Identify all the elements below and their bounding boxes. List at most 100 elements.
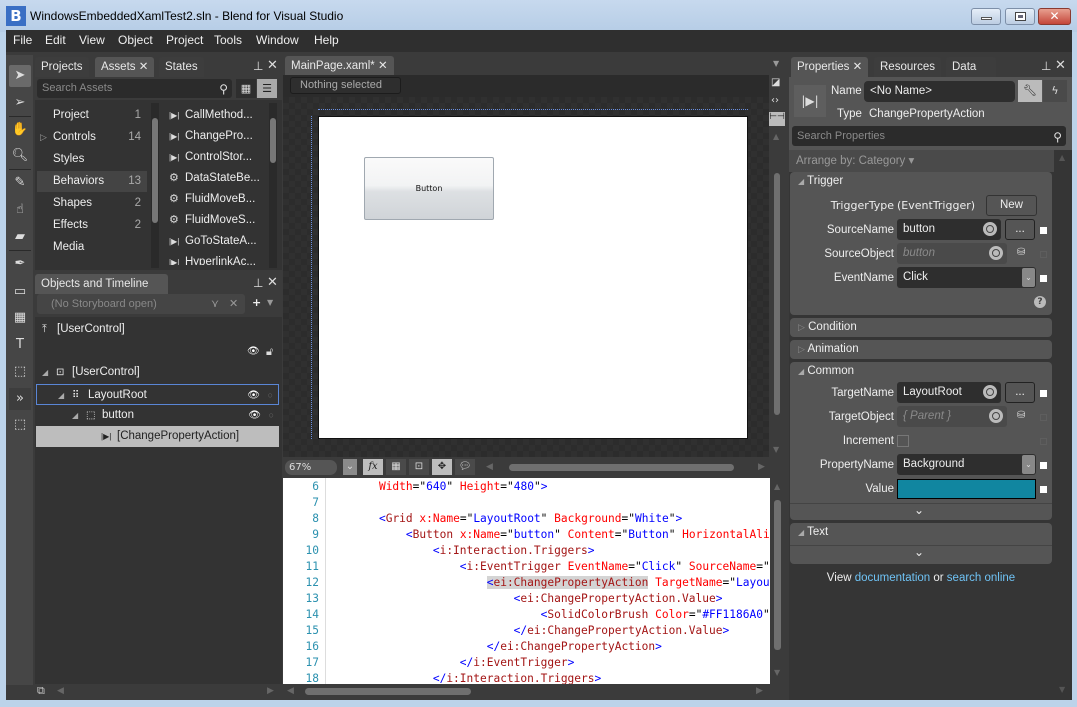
- new-trigger-button[interactable]: New: [986, 195, 1037, 216]
- snap-to-snaplines-icon[interactable]: ✥: [432, 459, 452, 475]
- code-hscrollbar[interactable]: ◀ ▶: [283, 684, 785, 699]
- value-color-swatch[interactable]: [897, 479, 1036, 499]
- condition-section[interactable]: ▷ Condition: [790, 318, 1052, 337]
- close-tab-icon[interactable]: ✕: [853, 61, 863, 73]
- breadcrumb-selection[interactable]: Nothing selected: [290, 77, 401, 94]
- storyboard-menu-chevron[interactable]: ▼: [267, 298, 273, 307]
- code-hscroll-thumb[interactable]: [305, 688, 471, 695]
- search-assets-input[interactable]: Search Assets ⚲: [37, 79, 232, 98]
- tab-states[interactable]: States: [159, 57, 204, 77]
- tree-node-button[interactable]: ◢ ⬚ button 👁︎ ○: [36, 405, 279, 426]
- visibility-eye-icon[interactable]: 👁︎: [247, 385, 260, 406]
- scroll-up-arrow[interactable]: ▲: [773, 132, 779, 141]
- pin-icon[interactable]: ⊥: [253, 276, 263, 290]
- condition-section-header[interactable]: ▷ Condition: [798, 321, 857, 333]
- asset-item[interactable]: |▶| HyperlinkAc...: [169, 252, 256, 265]
- expand-more-chevron-icon[interactable]: ⌄: [914, 503, 924, 517]
- scroll-right-arrow[interactable]: ▶: [756, 686, 763, 696]
- advanced-options-marker[interactable]: [1040, 390, 1047, 397]
- documentation-link[interactable]: documentation: [855, 572, 930, 584]
- property-name-select[interactable]: Background ⌄: [897, 454, 1036, 475]
- events-mode-lightning-icon[interactable]: ϟ: [1043, 80, 1067, 102]
- animation-section[interactable]: ▷ Animation: [790, 340, 1052, 359]
- tree-node-layoutroot[interactable]: ◢ ⠿ LayoutRoot 👁︎ ○: [36, 384, 279, 405]
- asset-category-shapes[interactable]: Shapes 2: [37, 193, 147, 214]
- tab-data[interactable]: Data: [946, 57, 997, 77]
- expanded-triangle-icon[interactable]: ◢: [72, 405, 78, 426]
- scroll-down-arrow[interactable]: ▼: [1059, 685, 1065, 694]
- close-tab-icon[interactable]: ✕: [139, 61, 149, 73]
- close-window-button[interactable]: ✕: [1038, 8, 1071, 25]
- effects-toggle-icon[interactable]: fx: [363, 459, 383, 475]
- textblock-tool-icon[interactable]: T: [9, 334, 31, 356]
- design-view-icon[interactable]: ◪: [771, 77, 780, 88]
- maximize-button[interactable]: [1005, 8, 1035, 25]
- target-object-input[interactable]: { Parent }: [897, 406, 1007, 427]
- visibility-all-eye-icon[interactable]: 👁︎: [247, 346, 260, 357]
- advanced-options-marker[interactable]: [1040, 486, 1047, 493]
- scroll-thumb[interactable]: [270, 118, 276, 163]
- snap-to-gridlines-icon[interactable]: ⊡: [409, 459, 429, 475]
- storyboard-dropdown-icon[interactable]: ⋎: [211, 297, 219, 310]
- asset-item[interactable]: ⚙ FluidMoveS...: [169, 210, 255, 231]
- expand-more-chevron-icon[interactable]: ⌄: [914, 545, 924, 559]
- close-storyboard-icon[interactable]: ✕: [229, 297, 238, 310]
- search-properties-input[interactable]: Search Properties ⚲: [792, 126, 1066, 146]
- asset-category-project[interactable]: Project 1: [37, 105, 147, 126]
- tab-assets[interactable]: Assets ✕: [95, 57, 155, 77]
- grid-tool-icon[interactable]: ▦: [9, 307, 31, 329]
- menu-help[interactable]: Help: [314, 33, 339, 47]
- assets-expander-icon[interactable]: »: [9, 388, 31, 410]
- tree-node-changepropertyaction[interactable]: |▶| [ChangePropertyAction]: [36, 426, 279, 447]
- objects-options-icon[interactable]: ⧉: [37, 684, 45, 698]
- scope-up-icon[interactable]: ⤒: [42, 322, 47, 336]
- lock-all-icon[interactable]: 🔓︎: [266, 345, 273, 359]
- canvas-button[interactable]: Button: [364, 157, 494, 220]
- text-section-header[interactable]: ◢ Text: [798, 526, 828, 538]
- minimize-button[interactable]: [971, 8, 1001, 25]
- pan-hand-icon[interactable]: ✋: [9, 119, 31, 141]
- increment-checkbox[interactable]: [897, 435, 909, 447]
- lock-toggle-icon[interactable]: ○: [268, 385, 273, 406]
- menu-edit[interactable]: Edit: [45, 33, 66, 47]
- menu-file[interactable]: File: [13, 33, 32, 47]
- search-online-link[interactable]: search online: [947, 572, 1015, 584]
- objects-hscrollbar[interactable]: ⧉ ◀ ▶: [35, 684, 282, 700]
- advanced-options-marker[interactable]: [1040, 251, 1047, 258]
- tree-node-usercontrol[interactable]: ◢ ⊡ [UserControl]: [36, 362, 279, 383]
- expanded-triangle-icon[interactable]: ◢: [58, 385, 64, 406]
- tab-mainpage[interactable]: MainPage.xaml* ✕: [285, 56, 394, 76]
- help-icon[interactable]: ?: [1034, 296, 1046, 308]
- asset-category-media[interactable]: Media: [37, 237, 147, 258]
- close-panel-icon[interactable]: ✕: [267, 58, 278, 73]
- scroll-down-arrow[interactable]: ▼: [774, 668, 780, 677]
- show-grid-icon[interactable]: ▦: [386, 459, 406, 475]
- asset-item[interactable]: |▶| ControlStor...: [169, 147, 252, 168]
- asset-item[interactable]: |▶| ChangePro...: [169, 126, 253, 147]
- code-vscroll-thumb[interactable]: [774, 500, 781, 650]
- new-storyboard-icon[interactable]: +: [252, 296, 261, 309]
- close-tab-icon[interactable]: ✕: [378, 60, 388, 72]
- advanced-options-marker[interactable]: [1040, 275, 1047, 282]
- show-annotations-icon[interactable]: 💬︎: [455, 459, 475, 475]
- element-picker-icon[interactable]: [989, 409, 1003, 423]
- advanced-options-marker[interactable]: [1040, 438, 1047, 445]
- gradient-tool-icon[interactable]: ▰: [9, 226, 31, 248]
- scroll-left-arrow[interactable]: ◀: [287, 686, 294, 696]
- selection-tool-icon[interactable]: ➤: [9, 65, 31, 87]
- tab-properties[interactable]: Properties ✕: [791, 57, 869, 77]
- asset-item[interactable]: |▶| CallMethod...: [169, 105, 253, 126]
- zoom-level-field[interactable]: 67%: [285, 460, 337, 475]
- source-name-browse-button[interactable]: ...: [1005, 219, 1035, 240]
- element-picker-icon[interactable]: [983, 222, 997, 236]
- event-name-select[interactable]: Click ⌄: [897, 267, 1036, 288]
- advanced-options-marker[interactable]: [1040, 462, 1047, 469]
- pin-icon[interactable]: ⊥: [1041, 59, 1051, 73]
- animation-section-header[interactable]: ▷ Animation: [798, 343, 859, 355]
- data-binding-cylinder-icon[interactable]: ⛁: [1017, 410, 1025, 421]
- split-view-icon[interactable]: ⊢⊣: [769, 112, 785, 126]
- categories-scrollbar[interactable]: [151, 103, 159, 268]
- eyedropper-icon[interactable]: ✎: [9, 172, 31, 194]
- code-vscrollbar[interactable]: ▲ ▼: [770, 478, 785, 684]
- pin-icon[interactable]: ⊥: [253, 59, 263, 73]
